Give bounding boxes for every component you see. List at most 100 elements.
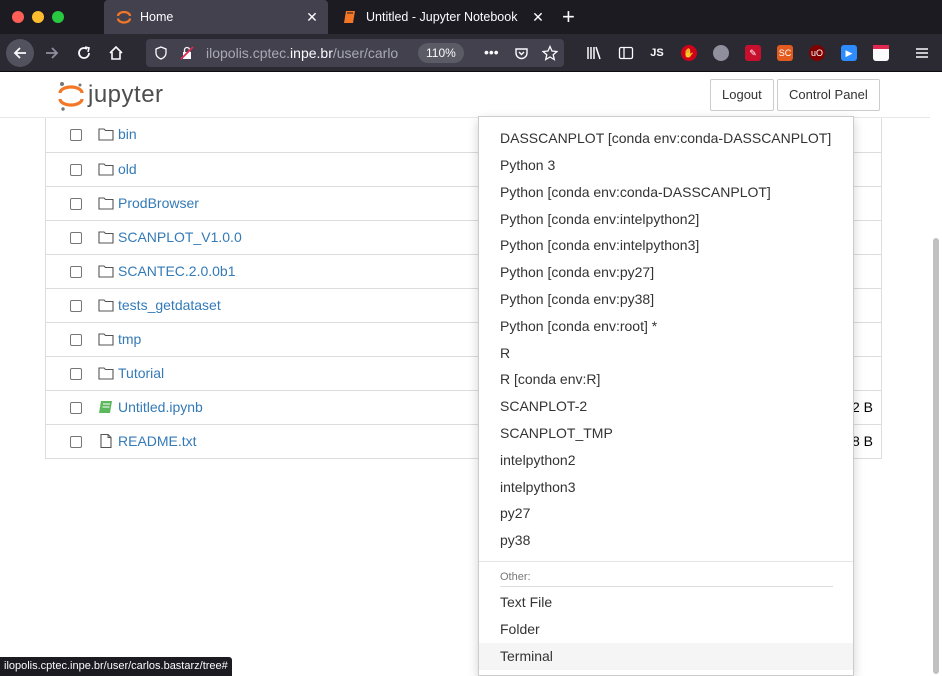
menu-item-kernel[interactable]: Python [conda env:py38] [479,286,853,313]
file-link[interactable]: Untitled.ipynb [118,399,203,415]
menu-section-rule [500,586,833,587]
menu-divider [479,561,853,562]
maximize-window-button[interactable] [52,11,64,23]
row-checkbox[interactable] [70,164,82,176]
page-actions-icon[interactable]: ••• [484,44,499,60]
menu-item-kernel[interactable]: Python [conda env:intelpython2] [479,206,853,233]
menu-section-header: Other: [500,571,531,583]
row-checkbox[interactable] [70,266,82,278]
menu-item-terminal[interactable]: Terminal [479,643,853,670]
menu-item-kernel[interactable]: Python 3 [479,152,853,179]
menu-item-kernel[interactable]: Python [conda env:intelpython3] [479,232,853,259]
menu-item-kernel[interactable]: SCANPLOT-2 [479,393,853,420]
menu-item-kernel[interactable]: R [conda env:R] [479,366,853,393]
file-link[interactable]: SCANTEC.2.0.0b1 [118,263,236,279]
tab-untitled-notebook[interactable]: Untitled - Jupyter Notebook ✕ [330,0,554,34]
zoom-level-badge[interactable]: 110% [418,43,464,63]
library-icon[interactable] [586,45,602,61]
menu-item-text-file[interactable]: Text File [479,589,853,616]
home-button[interactable] [102,39,130,67]
logout-button[interactable]: Logout [710,79,774,111]
browser-tab-bar: Home ✕ Untitled - Jupyter Notebook ✕ + [0,0,942,34]
menu-item-kernel[interactable]: Python [conda env:conda-DASSCANPLOT] [479,179,853,206]
tab-home[interactable]: Home ✕ [104,0,328,34]
jupyter-logo-text: jupyter [88,81,164,108]
zoom-extension-icon[interactable]: ▶ [841,45,857,61]
link-status-bar: ilopolis.cptec.inpe.br/user/carlos.basta… [0,657,232,676]
minimize-window-button[interactable] [32,11,44,23]
jupyter-header: jupyter Logout Control Panel [0,72,930,118]
insecure-lock-icon[interactable] [180,46,194,60]
file-link[interactable]: SCANPLOT_V1.0.0 [118,229,242,245]
bookmark-star-icon[interactable] [542,45,558,61]
row-checkbox[interactable] [70,334,82,346]
file-link[interactable]: tests_getdataset [118,297,221,313]
sc-extension-icon[interactable]: SC [777,45,793,61]
back-button[interactable] [6,39,34,67]
row-checkbox[interactable] [70,368,82,380]
page-scrollbar[interactable] [930,72,942,676]
folder-icon [98,367,114,380]
forward-button[interactable] [38,39,66,67]
profile-extension-icon[interactable] [713,45,729,61]
pocket-icon[interactable] [514,46,529,61]
jupyter-favicon-icon [116,9,132,25]
folder-icon [98,299,114,312]
ublock-icon[interactable]: uO [809,45,825,61]
menu-item-kernel[interactable]: py38 [479,527,853,554]
notebook-favicon-icon [342,9,358,25]
shield-icon[interactable] [154,46,168,60]
control-panel-button[interactable]: Control Panel [777,79,880,111]
sidebar-icon[interactable] [618,45,634,61]
notes-extension-icon[interactable] [873,45,889,61]
row-checkbox[interactable] [70,129,82,141]
close-tab-icon[interactable]: ✕ [528,9,548,26]
menu-hamburger-icon[interactable] [914,45,930,61]
browser-nav-bar: ilopolis.cptec.inpe.br/user/carlo 110% •… [0,34,942,72]
close-window-button[interactable] [12,11,24,23]
menu-item-kernel[interactable]: intelpython3 [479,474,853,501]
row-checkbox[interactable] [70,300,82,312]
menu-item-kernel[interactable]: R [479,340,853,367]
menu-item-kernel[interactable]: intelpython2 [479,447,853,474]
color-picker-extension-icon[interactable]: ✎ [745,45,761,61]
forward-arrow-icon [46,47,59,59]
file-icon [100,434,112,448]
scrollbar-thumb[interactable] [933,238,939,674]
file-size: 2 B [851,399,873,415]
jupyter-logo-icon [58,80,84,111]
tab-title: Home [140,10,174,24]
folder-icon [98,265,114,278]
row-checkbox[interactable] [70,436,82,448]
reload-button[interactable] [70,39,98,67]
row-checkbox[interactable] [70,402,82,414]
row-checkbox[interactable] [70,198,82,210]
menu-item-kernel[interactable]: py27 [479,500,853,527]
folder-icon [98,163,114,176]
row-checkbox[interactable] [70,232,82,244]
menu-item-kernel[interactable]: Python [conda env:root] * [479,313,853,340]
jupyter-page: jupyter Logout Control Panel bin old Pro… [0,72,942,676]
file-link[interactable]: README.txt [118,433,197,449]
menu-item-kernel[interactable]: Python [conda env:py27] [479,259,853,286]
javascript-toggle-icon[interactable]: JS [649,45,665,61]
file-link[interactable]: tmp [118,331,141,347]
new-dropdown-menu: DASSCANPLOT [conda env:conda-DASSCANPLOT… [478,116,854,676]
folder-icon [98,333,114,346]
notebook-icon [99,401,112,413]
address-bar[interactable]: ilopolis.cptec.inpe.br/user/carlo 110% •… [146,39,564,67]
menu-item-folder[interactable]: Folder [479,616,853,643]
menu-item-kernel[interactable]: DASSCANPLOT [conda env:conda-DASSCANPLOT… [479,125,853,152]
folder-icon [98,197,114,210]
close-tab-icon[interactable]: ✕ [302,9,322,26]
file-link[interactable]: ProdBrowser [118,195,199,211]
jupyter-logo[interactable]: jupyter [58,80,164,111]
menu-item-kernel[interactable]: SCANPLOT_TMP [479,420,853,447]
file-link[interactable]: old [118,161,137,177]
file-link[interactable]: Tutorial [118,365,164,381]
file-link[interactable]: bin [118,126,137,142]
url-text[interactable]: ilopolis.cptec.inpe.br/user/carlo [206,45,406,61]
new-tab-button[interactable]: + [562,4,575,30]
adblock-icon[interactable]: ✋ [681,45,697,61]
reload-icon [78,46,90,59]
